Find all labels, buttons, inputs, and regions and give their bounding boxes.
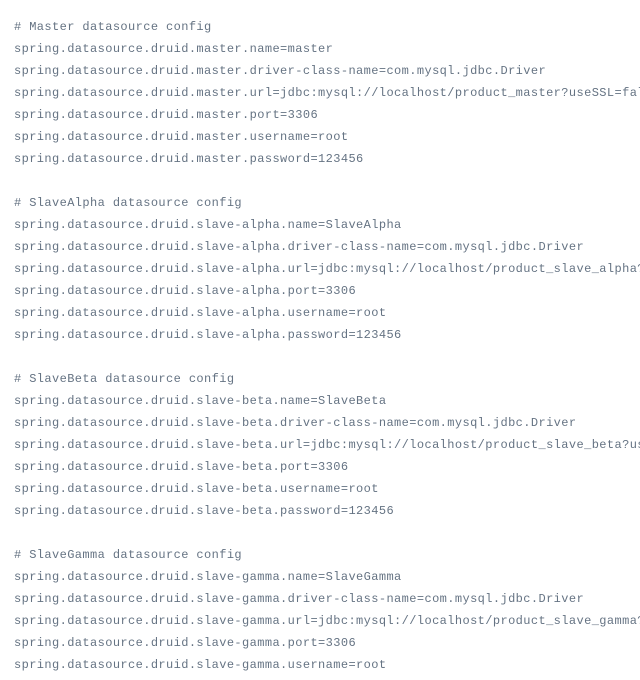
config-line: spring.datasource.druid.master.url=jdbc:… <box>14 82 626 104</box>
config-line: spring.datasource.druid.slave-beta.name=… <box>14 390 626 412</box>
config-line: spring.datasource.druid.slave-gamma.port… <box>14 632 626 654</box>
config-line: spring.datasource.druid.slave-beta.drive… <box>14 412 626 434</box>
config-code-block: # Master datasource config spring.dataso… <box>14 16 626 676</box>
blank-line <box>14 170 626 192</box>
config-line: spring.datasource.druid.slave-gamma.name… <box>14 566 626 588</box>
config-line: spring.datasource.druid.slave-gamma.driv… <box>14 588 626 610</box>
config-line: spring.datasource.druid.master.password=… <box>14 148 626 170</box>
config-line: spring.datasource.druid.master.driver-cl… <box>14 60 626 82</box>
config-line: spring.datasource.druid.slave-beta.passw… <box>14 500 626 522</box>
config-line: spring.datasource.druid.slave-beta.url=j… <box>14 434 626 456</box>
config-line: spring.datasource.druid.slave-alpha.url=… <box>14 258 626 280</box>
config-line: spring.datasource.druid.slave-alpha.port… <box>14 280 626 302</box>
config-line: spring.datasource.druid.slave-beta.port=… <box>14 456 626 478</box>
config-line: spring.datasource.druid.slave-alpha.pass… <box>14 324 626 346</box>
config-line: # SlaveAlpha datasource config <box>14 192 626 214</box>
config-line: # SlaveBeta datasource config <box>14 368 626 390</box>
config-line: spring.datasource.druid.slave-gamma.user… <box>14 654 626 676</box>
config-line: # Master datasource config <box>14 16 626 38</box>
config-line: spring.datasource.druid.slave-alpha.driv… <box>14 236 626 258</box>
config-line: spring.datasource.druid.slave-gamma.url=… <box>14 610 626 632</box>
config-line: spring.datasource.druid.master.port=3306 <box>14 104 626 126</box>
blank-line <box>14 522 626 544</box>
config-line: spring.datasource.druid.master.name=mast… <box>14 38 626 60</box>
blank-line <box>14 346 626 368</box>
config-line: spring.datasource.druid.slave-beta.usern… <box>14 478 626 500</box>
config-line: # SlaveGamma datasource config <box>14 544 626 566</box>
config-line: spring.datasource.druid.slave-alpha.name… <box>14 214 626 236</box>
config-line: spring.datasource.druid.slave-alpha.user… <box>14 302 626 324</box>
config-line: spring.datasource.druid.master.username=… <box>14 126 626 148</box>
